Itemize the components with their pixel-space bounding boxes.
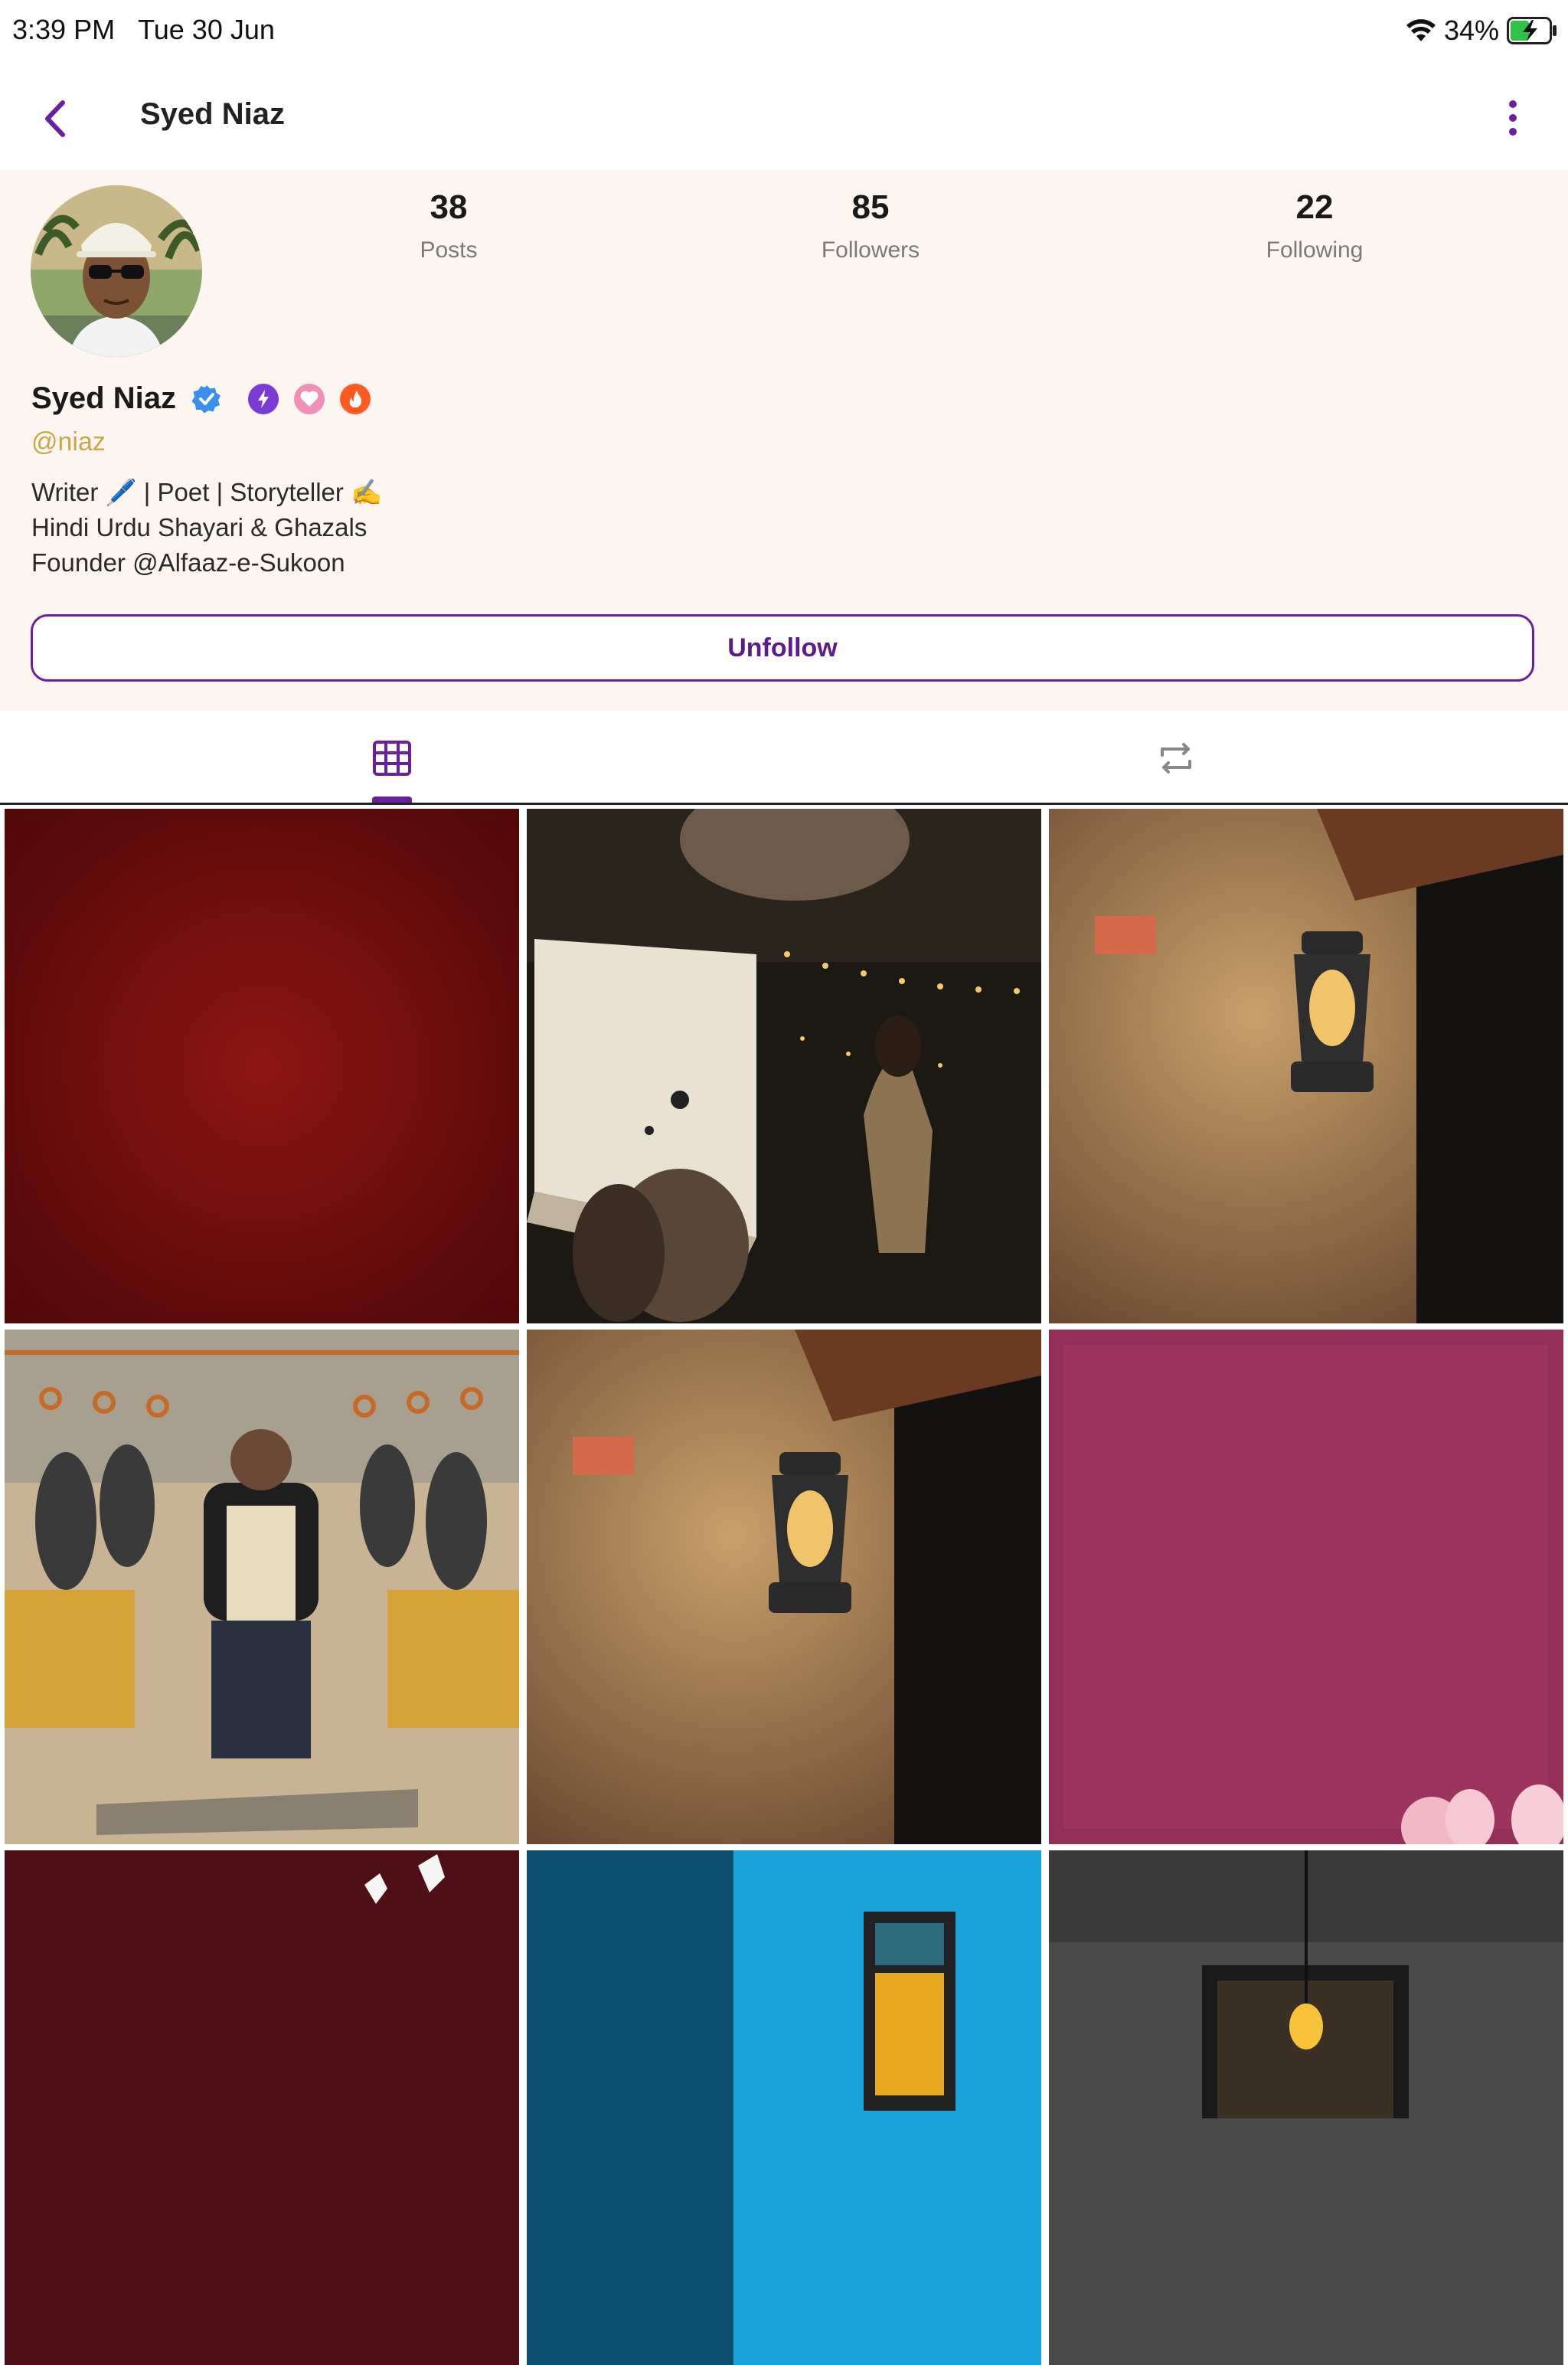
- wifi-icon: [1406, 19, 1436, 41]
- post-grid: [0, 806, 1568, 2365]
- stat-following-label: Following: [1266, 237, 1364, 263]
- more-vertical-icon[interactable]: [1499, 95, 1527, 141]
- verified-icon: [191, 384, 220, 413]
- stat-followers[interactable]: 85 Followers: [779, 188, 962, 263]
- status-date: Tue 30 Jun: [138, 14, 275, 45]
- stat-posts-label: Posts: [420, 237, 478, 263]
- bio-line: Writer 🖊️ | Poet | Storyteller ✍️: [31, 478, 383, 506]
- nav-bar: Syed Niaz: [0, 61, 1568, 168]
- name-row: Syed Niaz: [31, 381, 371, 416]
- tab-grid[interactable]: [0, 711, 784, 803]
- post-thumbnail[interactable]: [527, 809, 1041, 1323]
- grid-icon: [373, 741, 411, 776]
- status-right: 34%: [1406, 14, 1557, 47]
- post-thumbnail[interactable]: [5, 1850, 519, 2365]
- unfollow-button[interactable]: Unfollow: [31, 614, 1534, 682]
- tab-reposts[interactable]: [784, 711, 1568, 803]
- profile-header: 38 Posts 85 Followers 22 Following Syed …: [0, 170, 1568, 711]
- status-time: 3:39 PM: [12, 14, 116, 45]
- stat-posts[interactable]: 38 Posts: [357, 188, 541, 263]
- bio-line: Hindi Urdu Shayari & Ghazals: [31, 513, 368, 541]
- stat-followers-value: 85: [851, 188, 890, 226]
- profile-handle[interactable]: @niaz: [31, 427, 106, 457]
- battery-charging-icon: [1507, 17, 1557, 44]
- profile-name: Syed Niaz: [31, 381, 176, 415]
- flame-badge-icon: [339, 383, 371, 414]
- post-thumbnail[interactable]: [5, 809, 519, 1323]
- active-tab-indicator: [372, 797, 412, 803]
- bolt-badge-icon: [247, 383, 279, 414]
- avatar[interactable]: [31, 185, 202, 357]
- status-time-date: 3:39 PM Tue 30 Jun: [12, 14, 275, 46]
- stat-following[interactable]: 22 Following: [1223, 188, 1406, 263]
- post-thumbnail[interactable]: [1049, 809, 1563, 1323]
- profile-bio: Writer 🖊️ | Poet | Storyteller ✍️ Hindi …: [31, 475, 382, 581]
- post-thumbnail[interactable]: [527, 1850, 1041, 2365]
- post-thumbnail[interactable]: [527, 1330, 1041, 1844]
- page-title: Syed Niaz: [140, 97, 285, 131]
- post-thumbnail[interactable]: [1049, 1850, 1563, 2365]
- status-bar: 3:39 PM Tue 30 Jun 34%: [0, 0, 1568, 61]
- battery-percent: 34%: [1443, 15, 1499, 46]
- stat-posts-value: 38: [430, 188, 468, 226]
- stat-followers-label: Followers: [821, 237, 920, 263]
- bio-line[interactable]: Founder @Alfaaz-e-Sukoon: [31, 545, 382, 581]
- repost-icon: [1161, 743, 1191, 774]
- heart-badge-icon: [293, 383, 325, 414]
- post-thumbnail[interactable]: [5, 1330, 519, 1844]
- profile-tabs: [0, 711, 1568, 805]
- chevron-left-icon[interactable]: [34, 92, 80, 146]
- post-thumbnail[interactable]: [1049, 1330, 1563, 1844]
- stat-following-value: 22: [1295, 188, 1334, 226]
